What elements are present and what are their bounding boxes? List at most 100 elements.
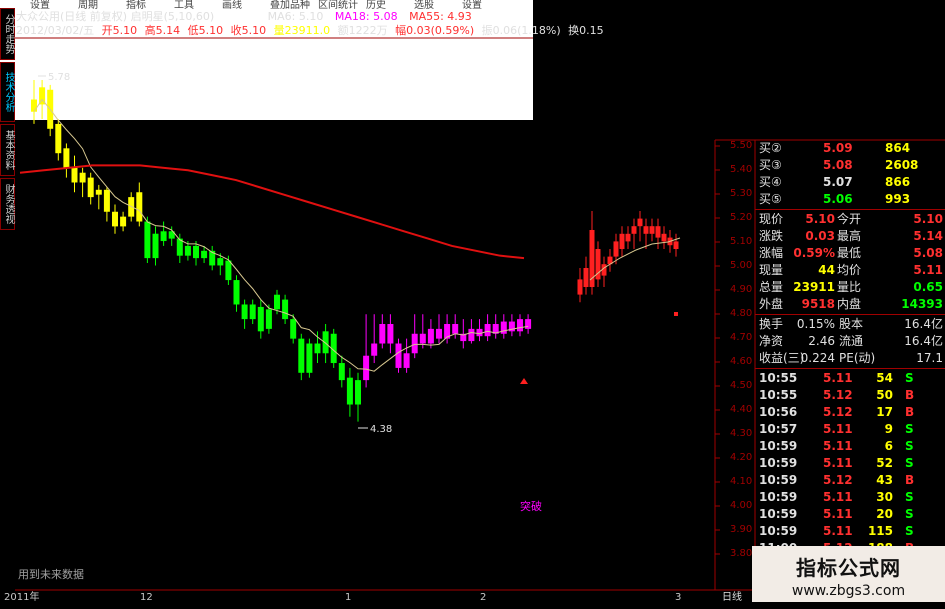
tick-time: 10:59	[759, 490, 798, 504]
order-label: 买②	[759, 141, 782, 155]
tick-row: 10:59 5.11 52 S	[755, 455, 945, 471]
period-label[interactable]: 日线	[722, 593, 742, 603]
date-axis-label-4: 3	[675, 592, 682, 603]
candle-body	[87, 177, 94, 198]
quote-row: 外盘 9518 内盘 14393	[755, 296, 945, 312]
recent-candle-body	[637, 218, 643, 227]
tab-technical-analysis[interactable]: 技术分析	[0, 62, 15, 122]
quote-value-2: 0.65	[913, 280, 943, 294]
long-ma-line	[19, 164, 525, 260]
fundamental-row: 换手 0.15% 股本 16.4亿	[755, 316, 945, 332]
candle-body	[371, 343, 378, 356]
price-tick-label: 4.20	[730, 452, 753, 463]
tick-row: 10:59 5.11 30 S	[755, 489, 945, 505]
candle-body	[468, 328, 475, 342]
tick-volume: 17	[876, 405, 893, 419]
fundamental-row: 净资 2.46 流通 16.4亿	[755, 333, 945, 349]
tick-side: S	[905, 456, 914, 470]
quote-label: 涨跌	[759, 229, 784, 243]
price-tick-label: 4.70	[730, 332, 753, 343]
recent-candle-body	[661, 233, 667, 242]
candle-body	[484, 324, 491, 337]
candle-body	[355, 380, 361, 405]
candle-body	[290, 319, 297, 339]
quote-label: 总量	[759, 280, 784, 294]
tick-time: 10:57	[759, 422, 798, 436]
candle-body	[306, 343, 313, 373]
candle-body	[411, 333, 418, 354]
order-price: 5.07	[823, 175, 853, 189]
fundamental-value: 0.15%	[796, 317, 835, 331]
recent-candle-body	[625, 233, 631, 242]
recent-candle-body	[649, 226, 655, 234]
fundamental-value: 2.46	[808, 334, 835, 348]
price-tick-label: 5.10	[730, 236, 753, 247]
tick-price: 5.11	[823, 422, 853, 436]
price-tick-label: 3.90	[730, 524, 753, 535]
quote-row: 涨跌 0.03 最高 5.14	[755, 228, 945, 244]
tick-side: S	[905, 524, 914, 538]
quote-value-2: 14393	[901, 297, 943, 311]
tick-side: B	[905, 388, 915, 402]
tick-volume: 9	[884, 422, 893, 436]
recent-candle-body	[613, 241, 619, 257]
turnover-value: 换0.15	[568, 24, 604, 37]
price-tick-label: 5.30	[730, 188, 753, 199]
quote-value: 5.10	[805, 212, 835, 226]
tick-volume: 50	[876, 388, 893, 402]
quote-row: 现价 5.10 今开 5.10	[755, 211, 945, 227]
tick-row: 10:59 5.11 115 S	[755, 523, 945, 539]
tab-financials[interactable]: 财务透视	[0, 178, 15, 230]
quote-value-2: 5.10	[913, 212, 943, 226]
quote-label: 涨幅	[759, 246, 784, 260]
order-volume: 2608	[885, 158, 919, 172]
quote-label: 外盘	[759, 297, 784, 311]
quote-label-2: 均价	[837, 263, 862, 277]
tab-fundamentals[interactable]: 基本资料	[0, 124, 15, 176]
candle-body	[525, 319, 532, 329]
recent-candle-body	[631, 226, 637, 234]
tab-time-sharing[interactable]: 分时走势	[0, 8, 15, 60]
fundamental-label-2: 流通	[839, 334, 864, 348]
price-tick-label: 3.80	[730, 548, 753, 559]
price-tick-label: 5.20	[730, 212, 753, 223]
price-tick-label: 4.60	[730, 356, 753, 367]
tick-side: B	[905, 473, 915, 487]
candle-body	[144, 221, 151, 259]
tick-volume: 54	[876, 371, 893, 385]
quote-label-2: 今开	[837, 212, 862, 226]
high-annotation: 5.78	[48, 72, 71, 83]
candle-body	[436, 328, 442, 339]
tick-price: 5.11	[823, 456, 853, 470]
price-tick-label: 5.00	[730, 260, 753, 271]
candle-body	[63, 148, 70, 168]
tick-price: 5.12	[823, 473, 853, 487]
order-book-row: 买④ 5.07 866	[755, 174, 945, 190]
candle-body	[120, 216, 127, 227]
up-arrow-marker	[520, 378, 528, 384]
tick-time: 10:59	[759, 473, 798, 487]
tick-side: S	[905, 371, 914, 385]
candle-body	[217, 258, 224, 266]
tick-price: 5.11	[823, 507, 853, 521]
tick-time: 10:55	[759, 388, 798, 402]
quote-value-2: 5.11	[913, 263, 943, 277]
quote-label: 现价	[759, 212, 784, 226]
tick-volume: 20	[876, 507, 893, 521]
marker-dot	[674, 312, 678, 316]
candle-body	[112, 211, 118, 227]
recent-candle-body	[643, 226, 649, 234]
order-price: 5.06	[823, 192, 853, 206]
candle-body	[225, 260, 232, 281]
tick-volume: 52	[876, 456, 893, 470]
ma18-value: MA18: 5.08	[334, 10, 398, 23]
candle-body	[201, 250, 208, 259]
quote-value-2: 5.08	[913, 246, 943, 260]
quote-value: 44	[818, 263, 835, 277]
tick-side: S	[905, 422, 914, 436]
volume-value: 量23911.0	[273, 24, 331, 37]
low-annotation: 4.38	[370, 424, 393, 435]
price-tick-label: 4.00	[730, 500, 753, 511]
breakout-signal-label: 突破	[520, 500, 542, 513]
tick-price: 5.11	[823, 439, 853, 453]
